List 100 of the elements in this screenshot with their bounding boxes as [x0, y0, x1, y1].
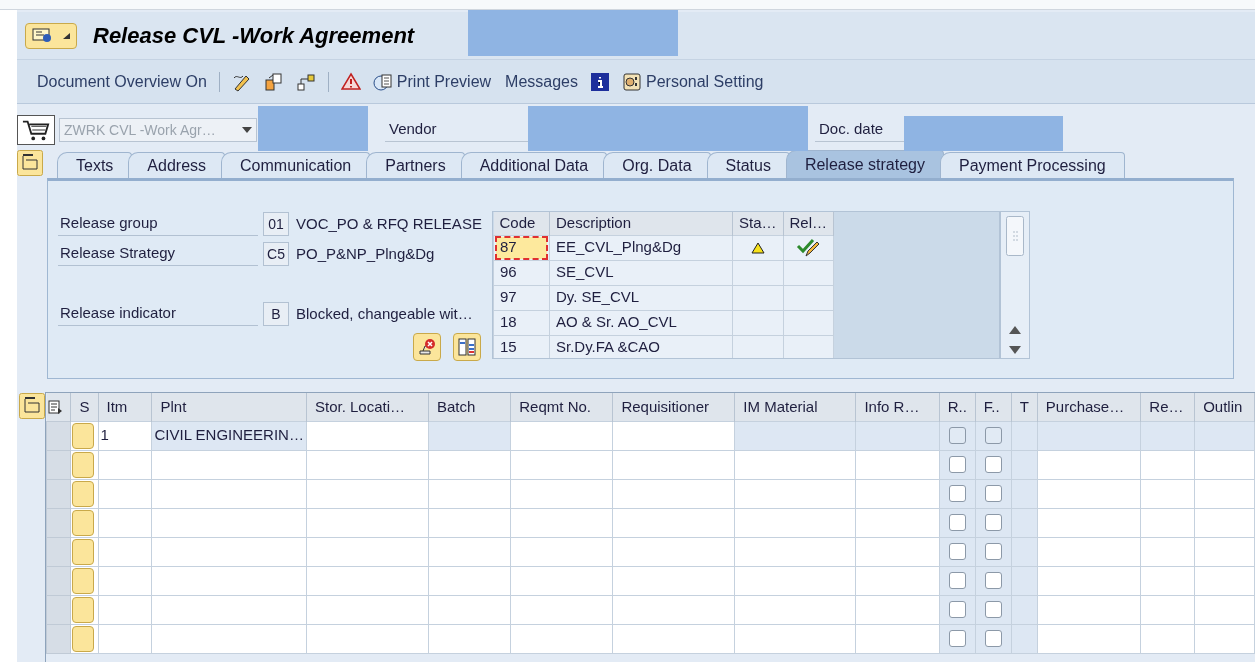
column-header[interactable]: Reqmt No. [510, 393, 613, 421]
status-button[interactable] [72, 538, 95, 565]
status-button[interactable] [72, 625, 95, 652]
table-cell[interactable] [428, 537, 511, 566]
checkbox[interactable] [948, 572, 966, 589]
checkbox[interactable] [948, 514, 966, 531]
expand-icon[interactable] [19, 393, 45, 419]
window-title: Release CVL -Work Agreement [93, 22, 415, 50]
columns-icon [457, 337, 477, 357]
column-header[interactable]: Plnt [151, 393, 307, 421]
scrollbar[interactable] [1000, 211, 1030, 359]
caret-icon [242, 127, 252, 133]
column-header[interactable]: T [1011, 393, 1038, 421]
column-header[interactable]: Purchase… [1037, 393, 1141, 421]
warning-icon[interactable] [340, 71, 361, 92]
checkbox[interactable] [948, 630, 966, 647]
status-button[interactable] [72, 596, 95, 623]
table-cell[interactable] [428, 624, 511, 653]
checkbox[interactable] [984, 456, 1002, 473]
tab[interactable]: Status [706, 152, 790, 178]
checkbox[interactable] [984, 543, 1002, 560]
column-header: Description [549, 212, 733, 235]
stamp-cancel-icon [417, 337, 437, 357]
status-button[interactable] [72, 451, 95, 478]
description-cell: Dy. SE_CVL [549, 285, 733, 310]
settings-icon [622, 71, 642, 92]
checkbox[interactable] [984, 485, 1002, 502]
toolbar-button[interactable]: Messages [503, 69, 578, 94]
column-header: Code [493, 212, 550, 235]
column-header[interactable]: Requisitioner [612, 393, 735, 421]
table-cell[interactable] [428, 421, 511, 450]
code-field: B [263, 302, 289, 326]
checkbox[interactable] [948, 601, 966, 618]
tab[interactable]: Release strategy [785, 150, 944, 178]
cart-icon[interactable] [17, 115, 55, 145]
checkbox[interactable] [948, 485, 966, 502]
column-header[interactable]: Info R… [855, 393, 940, 421]
info-icon[interactable] [590, 71, 610, 92]
table-cell[interactable] [428, 450, 511, 479]
description-cell: AO & Sr. AO_CVL [549, 310, 733, 335]
checkbox[interactable] [984, 514, 1002, 531]
column-header[interactable]: F.. [975, 393, 1012, 421]
tab[interactable]: Communication [221, 152, 371, 178]
toolbar-button[interactable]: Document Overview On [35, 69, 207, 94]
item-number: 1 [99, 426, 110, 444]
tab[interactable]: Texts [57, 152, 133, 178]
field-label: Release Strategy [58, 242, 258, 266]
status-button[interactable] [72, 422, 95, 449]
scroll-thumb-icon [1006, 216, 1024, 256]
cancel-release-button[interactable] [413, 333, 441, 361]
table-cell[interactable] [428, 508, 511, 537]
table-cell[interactable] [428, 595, 511, 624]
strategy-view-button[interactable] [453, 333, 481, 361]
tab[interactable]: Org. Data [603, 152, 711, 178]
layout-icon[interactable] [46, 398, 63, 415]
checkbox[interactable] [984, 572, 1002, 589]
status-button[interactable] [72, 567, 95, 594]
table-cell[interactable] [428, 479, 511, 508]
field-label: Release group [58, 212, 258, 236]
column-header[interactable]: IM Material [734, 393, 856, 421]
tab[interactable]: Additional Data [460, 152, 608, 178]
column-header[interactable]: Re… [1140, 393, 1195, 421]
column-header: Sta… [732, 212, 783, 235]
column-header[interactable]: Itm [98, 393, 152, 421]
expand-icon[interactable] [17, 150, 43, 176]
plant-value: CIVIL ENGINEERIN… [153, 426, 305, 444]
print-preview-icon [372, 71, 393, 92]
toolbar-button[interactable]: Personal Setting [622, 69, 764, 94]
description-cell: SE_CVL [549, 260, 733, 285]
hierarchy-icon[interactable] [295, 71, 316, 92]
scroll-up-icon [1009, 326, 1021, 334]
status-button[interactable] [72, 509, 95, 536]
document-arrow-icon[interactable] [263, 71, 284, 92]
tab[interactable]: Payment Processing [939, 152, 1125, 178]
column-header[interactable]: Stor. Locati… [306, 393, 429, 421]
code-field: C5 [263, 242, 289, 266]
status-button[interactable] [72, 480, 95, 507]
checkbox[interactable] [984, 630, 1002, 647]
caret-icon [63, 32, 71, 39]
checkbox[interactable] [984, 601, 1002, 618]
tab[interactable]: Partners [366, 152, 465, 178]
scroll-down-icon [1009, 346, 1021, 354]
column-header[interactable]: S [71, 393, 98, 421]
toolbar-button[interactable]: Print Preview [372, 69, 492, 94]
menu-button[interactable] [25, 22, 77, 49]
display-toggle-icon [31, 27, 52, 44]
column-header[interactable]: Outlin [1194, 393, 1255, 421]
code-field: 01 [263, 212, 289, 236]
column-header[interactable]: Batch [428, 393, 511, 421]
field-value: VOC_PO & RFQ RELEASE [296, 213, 482, 234]
column-header: Rel… [783, 212, 834, 235]
checkbox[interactable] [948, 456, 966, 473]
check-pencil-icon[interactable] [796, 238, 821, 259]
table-cell[interactable] [428, 566, 511, 595]
dropdown-value: ZWRK CVL -Work Agr… [64, 120, 216, 140]
checkbox[interactable] [948, 543, 966, 560]
column-header[interactable]: R.. [939, 393, 976, 421]
tab[interactable]: Address [128, 152, 226, 178]
code-cell[interactable]: 87 [496, 236, 547, 259]
warning-triangle-icon [750, 242, 765, 255]
